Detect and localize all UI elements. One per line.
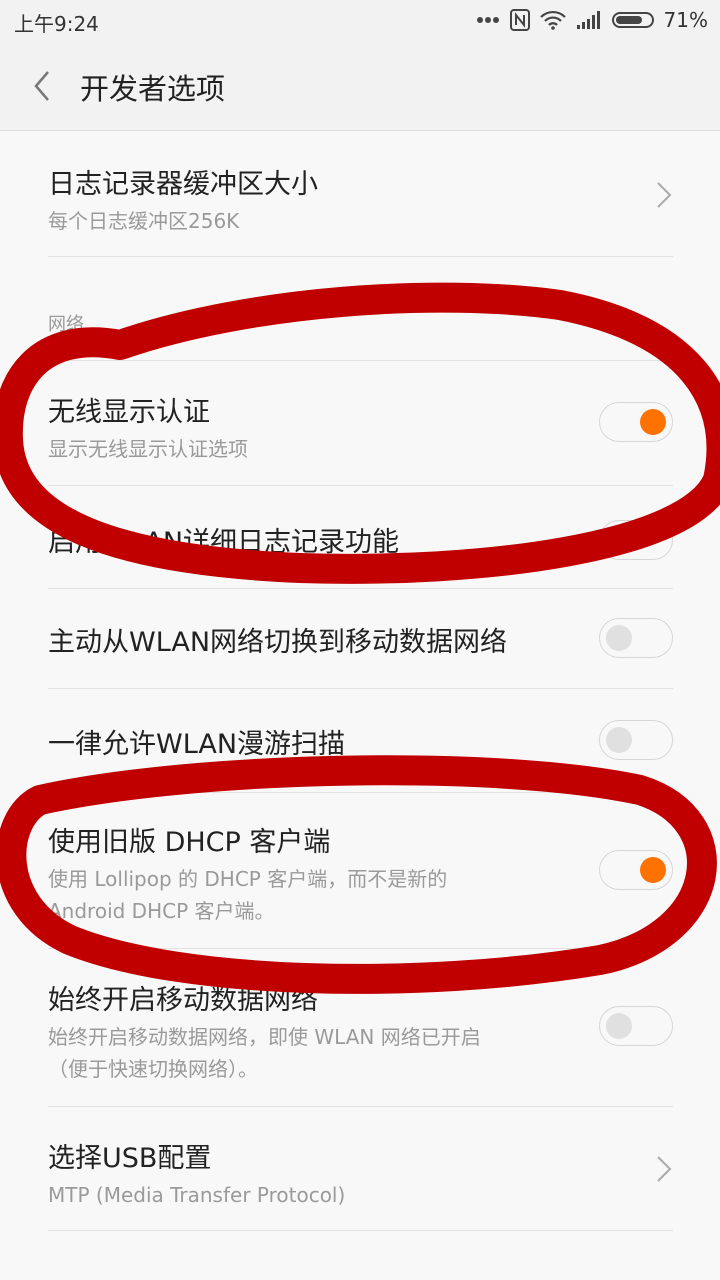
chevron-right-icon bbox=[657, 182, 672, 208]
divider bbox=[48, 948, 673, 949]
divider bbox=[48, 688, 673, 689]
divider bbox=[48, 1106, 673, 1107]
divider bbox=[48, 360, 673, 361]
action-bar: 开发者选项 bbox=[0, 40, 720, 131]
list-item-usb-config[interactable]: 选择USB配置 MTP (Media Transfer Protocol) bbox=[48, 1136, 673, 1211]
section-header-network: 网络 bbox=[48, 314, 84, 335]
toggle-switch[interactable] bbox=[599, 850, 673, 890]
list-item-mobile-data-always-on[interactable]: 始终开启移动数据网络 始终开启移动数据网络，即使 WLAN 网络已开启 （便于快… bbox=[48, 978, 673, 1085]
divider bbox=[48, 485, 673, 486]
item-summary: 显示无线显示认证选项 bbox=[48, 437, 248, 461]
item-title: 选择USB配置 bbox=[48, 1143, 212, 1174]
divider bbox=[48, 588, 673, 589]
status-icons: 71% bbox=[476, 7, 708, 33]
item-title: 使用旧版 DHCP 客户端 bbox=[48, 827, 331, 858]
item-summary: 每个日志缓冲区256K bbox=[48, 209, 240, 233]
status-time: 上午9:24 bbox=[14, 12, 99, 36]
list-item-legacy-dhcp[interactable]: 使用旧版 DHCP 客户端 使用 Lollipop 的 DHCP 客户端，而不是… bbox=[48, 820, 673, 927]
list-item-aggressive-wifi-to-mobile[interactable]: 主动从WLAN网络切换到移动数据网络 bbox=[48, 618, 673, 659]
item-title: 主动从WLAN网络切换到移动数据网络 bbox=[48, 627, 508, 658]
list-item-wireless-display-cert[interactable]: 无线显示认证 显示无线显示认证选项 bbox=[48, 390, 673, 465]
wifi-icon bbox=[539, 10, 566, 30]
item-title: 启用WLAN详细日志记录功能 bbox=[48, 527, 400, 558]
divider bbox=[48, 1230, 673, 1231]
nfc-icon bbox=[509, 9, 530, 31]
divider bbox=[48, 256, 673, 257]
list-item-log-buffer-size[interactable]: 日志记录器缓冲区大小 每个日志缓冲区256K bbox=[48, 162, 673, 237]
chevron-right-icon bbox=[657, 1156, 672, 1182]
divider bbox=[48, 792, 673, 793]
item-summary-line-1: 使用 Lollipop 的 DHCP 客户端，而不是新的 bbox=[48, 867, 448, 891]
switch-knob bbox=[640, 857, 666, 883]
switch-knob bbox=[606, 1013, 632, 1039]
more-dots-icon bbox=[476, 17, 499, 23]
item-title: 一律允许WLAN漫游扫描 bbox=[48, 729, 346, 760]
toggle-switch[interactable] bbox=[599, 1006, 673, 1046]
switch-knob bbox=[606, 527, 632, 553]
item-title: 始终开启移动数据网络 bbox=[48, 985, 318, 1016]
signal-icon bbox=[576, 11, 600, 29]
chevron-left-icon[interactable] bbox=[24, 64, 64, 108]
toggle-switch[interactable] bbox=[599, 618, 673, 658]
item-title: 无线显示认证 bbox=[48, 397, 210, 428]
switch-knob bbox=[640, 409, 666, 435]
toggle-switch[interactable] bbox=[599, 720, 673, 760]
battery-icon bbox=[611, 12, 654, 28]
item-summary-line-2: （便于快速切换网络）。 bbox=[48, 1057, 258, 1081]
toggle-switch[interactable] bbox=[599, 402, 673, 442]
item-summary-line-1: 始终开启移动数据网络，即使 WLAN 网络已开启 bbox=[48, 1025, 481, 1049]
item-title: 日志记录器缓冲区大小 bbox=[48, 169, 318, 200]
toggle-switch[interactable] bbox=[599, 520, 673, 560]
item-summary: MTP (Media Transfer Protocol) bbox=[48, 1183, 346, 1207]
page-title: 开发者选项 bbox=[80, 72, 226, 106]
status-bar: 上午9:24 71% bbox=[0, 0, 720, 40]
list-item-wlan-verbose-logging[interactable]: 启用WLAN详细日志记录功能 bbox=[48, 520, 673, 560]
switch-knob bbox=[606, 625, 632, 651]
switch-knob bbox=[606, 727, 632, 753]
battery-percent: 71% bbox=[663, 8, 708, 32]
item-summary-line-2: Android DHCP 客户端。 bbox=[48, 899, 275, 923]
list-item-wlan-roam-scan[interactable]: 一律允许WLAN漫游扫描 bbox=[48, 720, 673, 761]
